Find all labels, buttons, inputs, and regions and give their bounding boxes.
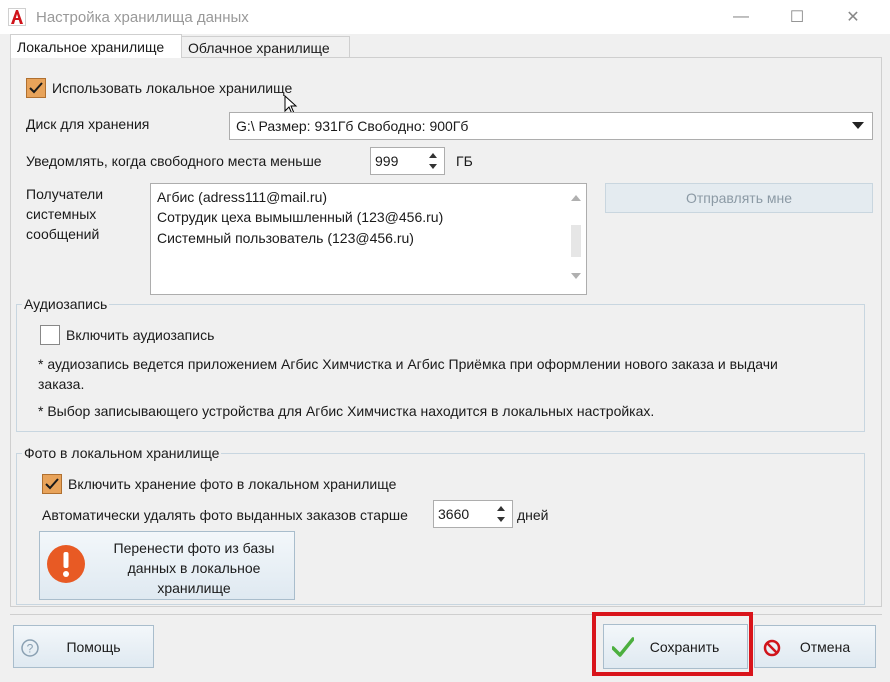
disk-label: Диск для хранения (26, 116, 150, 132)
scroll-up-icon[interactable] (571, 195, 581, 201)
warning-icon (47, 545, 85, 583)
recipients-scrollbar[interactable] (567, 185, 585, 293)
auto-delete-label: Автоматически удалять фото выданных зака… (42, 507, 408, 523)
close-button[interactable]: ✕ (830, 0, 876, 34)
disk-select-value: G:\ Размер: 931Гб Свободно: 900Гб (236, 118, 469, 134)
auto-delete-days-stepper[interactable]: 3660 (433, 500, 513, 528)
list-item[interactable]: Сотрудик цеха вымышленный (123@456.ru) (157, 209, 443, 225)
send-me-label: Отправлять мне (685, 190, 793, 206)
list-item[interactable]: Системный пользователь (123@456.ru) (157, 230, 414, 246)
transfer-photos-button[interactable]: Перенести фото из базы данных в локально… (39, 531, 295, 600)
enable-audio-checkbox[interactable] (40, 325, 60, 345)
audio-group-title: Аудиозапись (22, 296, 110, 312)
disk-select[interactable]: G:\ Размер: 931Гб Свободно: 900Гб (229, 112, 873, 140)
notify-threshold-stepper[interactable]: 999 (370, 147, 445, 175)
tab-cloud-storage[interactable]: Облачное хранилище (182, 36, 350, 58)
save-button[interactable]: Сохранить (603, 624, 748, 669)
recipients-label-line-2: системных (26, 206, 97, 222)
stepper-down-icon[interactable] (429, 164, 437, 169)
notify-threshold-value: 999 (375, 153, 399, 169)
audio-note-2: * Выбор записывающего устройства для Агб… (38, 403, 655, 419)
help-icon: ? (21, 639, 39, 657)
notify-threshold-label: Уведомлять, когда свободного места меньш… (26, 153, 322, 169)
checkmark-icon (612, 637, 634, 657)
stepper-up-icon[interactable] (497, 506, 505, 511)
enable-audio-label: Включить аудиозапись (66, 327, 215, 343)
svg-text:?: ? (27, 642, 34, 656)
maximize-button[interactable]: ☐ (774, 0, 820, 34)
cancel-button[interactable]: Отмена (754, 625, 876, 668)
cancel-button-label: Отмена (799, 638, 851, 655)
minimize-icon: — (733, 8, 749, 25)
use-local-storage-checkbox[interactable] (26, 78, 46, 98)
checkmark-icon (29, 82, 43, 94)
transfer-photos-label-line-1: Перенести фото из базы (113, 540, 275, 556)
dropdown-arrow-icon (852, 122, 864, 129)
audio-note-1-continued: заказа. (38, 376, 85, 392)
use-local-storage-label: Использовать локальное хранилище (52, 80, 293, 96)
audio-note-1: * аудиозапись ведется приложением Агбис … (38, 356, 778, 372)
window-title: Настройка хранилища данных (36, 9, 249, 26)
help-button[interactable]: ? Помощь (13, 625, 154, 668)
photo-group-title: Фото в локальном хранилище (22, 445, 222, 461)
recipients-list[interactable]: Агбис (adress111@mail.ru) Сотрудик цеха … (150, 183, 587, 295)
maximize-icon: ☐ (789, 9, 805, 26)
transfer-photos-label-line-2: данных в локальное (127, 560, 261, 576)
scroll-down-icon[interactable] (571, 273, 581, 279)
minimize-button[interactable]: — (718, 0, 764, 34)
enable-photo-storage-label: Включить хранение фото в локальном храни… (68, 476, 397, 492)
recipients-label-line-1: Получатели (26, 186, 104, 202)
scroll-thumb[interactable] (571, 225, 581, 257)
notify-unit-label: ГБ (456, 153, 473, 169)
help-button-label: Помощь (66, 638, 121, 655)
checkmark-icon (45, 478, 59, 490)
send-me-button[interactable]: Отправлять мне (605, 183, 873, 213)
stepper-up-icon[interactable] (429, 153, 437, 158)
save-button-label: Сохранить (649, 638, 720, 655)
transfer-photos-label-line-3: хранилище (157, 580, 231, 596)
close-icon: ✕ (846, 9, 860, 26)
recipients-label-line-3: сообщений (26, 226, 100, 242)
stepper-down-icon[interactable] (497, 517, 505, 522)
transfer-photos-label: Перенести фото из базы данных в локально… (96, 538, 292, 598)
list-item[interactable]: Агбис (adress111@mail.ru) (157, 189, 327, 205)
enable-photo-storage-checkbox[interactable] (42, 474, 62, 494)
auto-delete-days-value: 3660 (438, 506, 470, 522)
auto-delete-unit-label: дней (517, 507, 549, 523)
cancel-icon (763, 639, 781, 657)
tab-local-storage[interactable]: Локальное хранилище (10, 34, 182, 58)
app-logo-icon (8, 8, 26, 26)
